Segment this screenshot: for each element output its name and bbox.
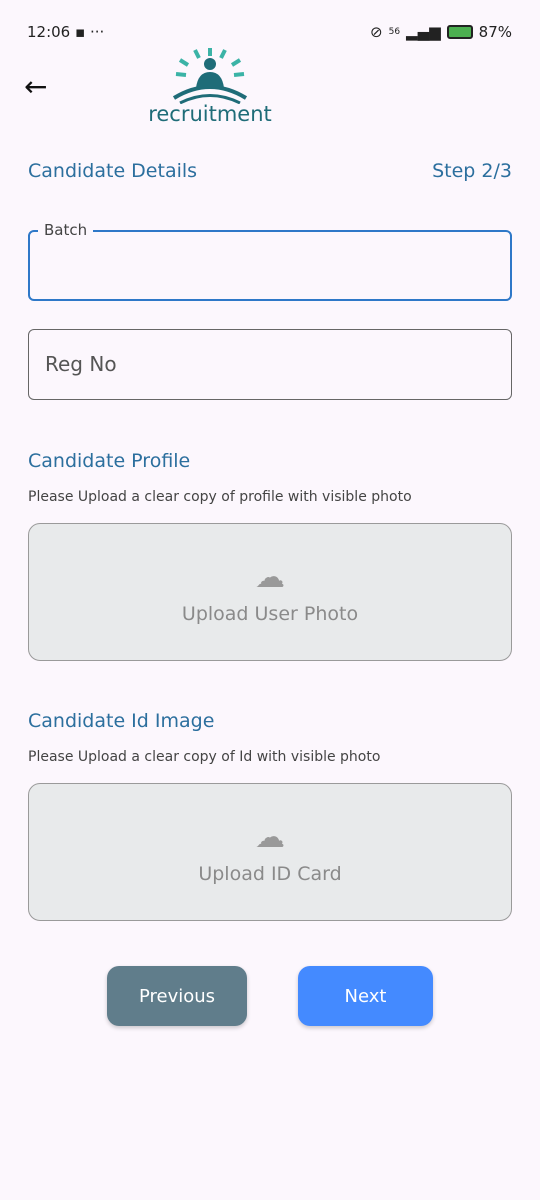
upload-id-card-button[interactable]: ☁ Upload ID Card: [28, 783, 512, 921]
logo: recruitment: [148, 46, 272, 126]
network-label: 56: [388, 27, 401, 37]
upload-user-photo-label: Upload User Photo: [181, 602, 359, 625]
more-icon: ▪ ···: [75, 23, 105, 41]
batch-input[interactable]: [28, 230, 512, 301]
profile-title: Candidate Profile: [28, 450, 191, 472]
previous-button[interactable]: Previous: [107, 966, 247, 1026]
id-hint: Please Upload a clear copy of Id with vi…: [28, 749, 381, 765]
battery-level: 87%: [478, 23, 512, 41]
link-icon: ⊘: [370, 23, 383, 41]
next-button[interactable]: Next: [298, 966, 433, 1026]
section-title: Candidate Details: [28, 160, 198, 182]
back-button[interactable]: ←: [24, 70, 47, 103]
logo-icon: [172, 48, 248, 105]
batch-label: Batch: [38, 221, 94, 239]
step-indicator: Step 2/3: [432, 160, 512, 182]
reg-no-input[interactable]: Reg No: [28, 329, 512, 400]
signal-icon: ▂▄▆: [406, 23, 441, 41]
profile-hint: Please Upload a clear copy of profile wi…: [28, 489, 412, 505]
cloud-upload-icon: ☁: [255, 559, 285, 595]
cloud-upload-icon: ☁: [255, 819, 285, 855]
reg-no-placeholder: Reg No: [45, 352, 117, 376]
status-bar: 12:06 ▪ ··· ⊘ 56 ▂▄▆ 87%: [27, 20, 512, 44]
id-title: Candidate Id Image: [28, 710, 215, 732]
battery-icon: [446, 25, 473, 39]
upload-id-card-label: Upload ID Card: [198, 862, 342, 885]
clock: 12:06: [27, 23, 71, 41]
upload-user-photo-button[interactable]: ☁ Upload User Photo: [28, 523, 512, 661]
logo-text: recruitment: [148, 102, 272, 126]
